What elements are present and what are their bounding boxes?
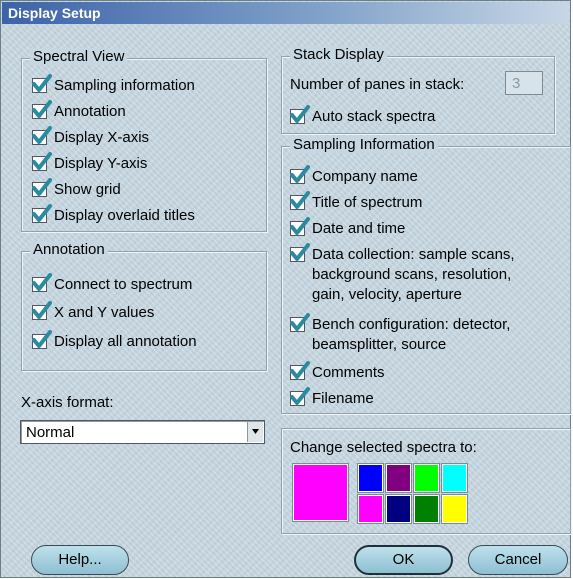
palette-color-2[interactable] [413,463,440,493]
checkbox-label: Auto stack spectra [312,108,436,125]
check-icon [32,178,52,197]
spectral-view-legend: Spectral View [30,48,128,65]
checkbox-label: Show grid [54,181,121,198]
checkbox-label: Display all annotation [54,333,197,350]
checkbox-x-and-y-values[interactable]: X and Y values [32,301,155,322]
panes-label: Number of panes in stack: [290,76,465,93]
selected-color-swatch [292,463,349,522]
checkbox-label: Bench configuration: detector, beamsplit… [312,316,511,353]
checkbox-connect-to-spectrum[interactable]: Connect to spectrum [32,273,193,294]
checkbox-comments[interactable]: Comments [290,361,385,382]
palette-color-0[interactable] [357,463,384,493]
check-icon [290,217,310,236]
checkbox-label: X and Y values [54,304,155,321]
checkbox-display-overlaid-titles[interactable]: Display overlaid titles [32,204,195,225]
display-setup-dialog: Display Setup Spectral View Sampling inf… [0,0,571,578]
color-panel-label: Change selected spectra to: [290,439,477,456]
check-icon [32,74,52,93]
palette-color-7[interactable] [441,494,468,524]
xaxis-format-value: Normal [26,424,75,441]
checkbox-sampling-information[interactable]: Sampling information [32,74,195,95]
check-icon [32,301,52,320]
check-icon [32,100,52,119]
checkbox-label: Company name [312,168,418,185]
checkbox-label: Sampling information [54,77,195,94]
panes-input[interactable] [505,71,543,95]
checkbox-label: Data collection: sample scans, backgroun… [312,246,515,303]
checkbox-label: Connect to spectrum [54,276,193,293]
check-icon [290,387,310,406]
checkbox-title-of-spectrum[interactable]: Title of spectrum [290,191,423,212]
ok-button[interactable]: OK [354,545,453,575]
checkbox-label: Comments [312,364,385,381]
palette-color-1[interactable] [385,463,412,493]
check-icon [290,191,310,210]
check-icon [290,243,310,262]
palette-color-4[interactable] [357,494,384,524]
checkbox-show-grid[interactable]: Show grid [32,178,121,199]
checkbox-data-collection[interactable]: Data collection: sample scans, backgroun… [290,243,515,305]
checkbox-display-x-axis[interactable]: Display X-axis [32,126,150,147]
checkbox-display-all-annotation[interactable]: Display all annotation [32,330,197,351]
check-icon [290,361,310,380]
checkbox-auto-stack-spectra[interactable]: Auto stack spectra [290,105,436,126]
dialog-title: Display Setup [8,5,101,21]
check-icon [290,165,310,184]
palette-color-3[interactable] [441,463,468,493]
check-icon [290,105,310,124]
xaxis-format-select[interactable]: Normal [20,420,265,444]
checkbox-annotation[interactable]: Annotation [32,100,126,121]
checkbox-filename[interactable]: Filename [290,387,374,408]
check-icon [32,126,52,145]
checkbox-label: Date and time [312,220,406,237]
checkbox-label: Display X-axis [54,129,150,146]
check-icon [290,313,310,332]
help-button[interactable]: Help... [31,545,129,575]
dropdown-arrow-icon[interactable] [247,422,263,442]
palette-color-6[interactable] [413,494,440,524]
cancel-button[interactable]: Cancel [468,545,568,575]
sampling-information-legend: Sampling Information [290,136,438,153]
checkbox-display-y-axis[interactable]: Display Y-axis [32,152,148,173]
checkbox-label: Filename [312,390,374,407]
palette-color-5[interactable] [385,494,412,524]
checkbox-bench-configuration[interactable]: Bench configuration: detector, beamsplit… [290,313,511,355]
check-icon [32,273,52,292]
checkbox-label: Title of spectrum [312,194,423,211]
xaxis-format-label: X-axis format: [21,394,114,411]
checkbox-company-name[interactable]: Company name [290,165,418,186]
check-icon [32,330,52,349]
annotation-legend: Annotation [30,241,108,258]
checkbox-label: Annotation [54,103,126,120]
title-bar: Display Setup [2,2,569,24]
check-icon [32,204,52,223]
stack-display-legend: Stack Display [290,46,387,63]
checkbox-label: Display Y-axis [54,155,148,172]
check-icon [32,152,52,171]
checkbox-date-and-time[interactable]: Date and time [290,217,406,238]
checkbox-label: Display overlaid titles [54,207,195,224]
